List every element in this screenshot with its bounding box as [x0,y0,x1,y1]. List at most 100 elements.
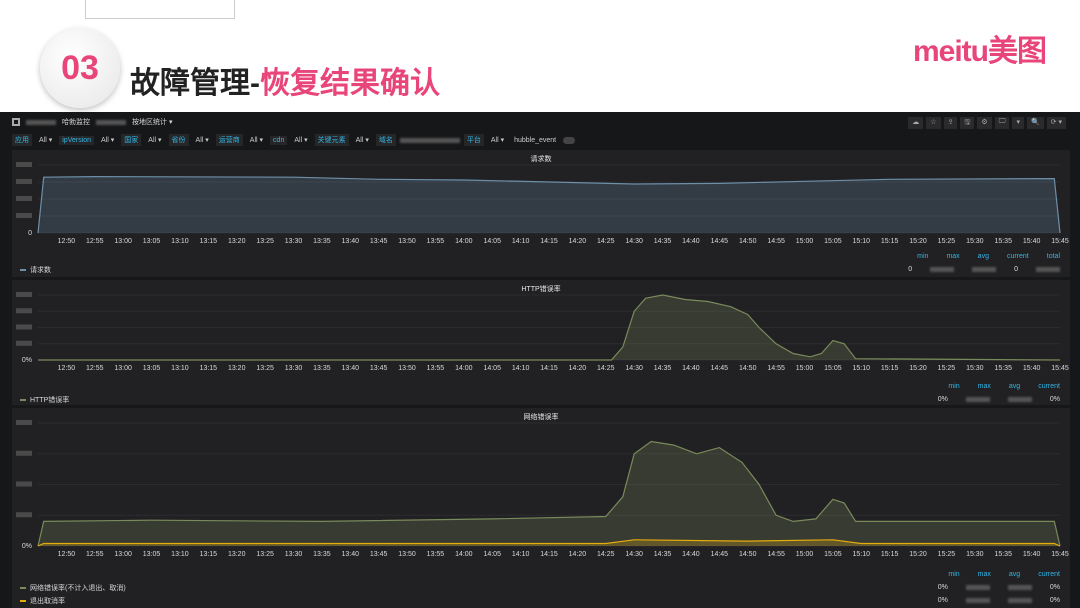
legend-stats: min max avg current 0% 0% 0% 0% [938,568,1060,607]
x-tick-label: 13:50 [398,365,416,372]
redacted-y-tick [16,179,32,184]
toolbar-button[interactable]: ⚙ [977,117,992,129]
x-tick-label: 12:50 [58,551,76,558]
variable-select[interactable]: All ▾ [36,135,55,145]
title-main: 故障管理- [130,67,260,100]
x-tick-label: 13:55 [427,365,445,372]
x-tick-label: 13:30 [285,238,303,245]
toolbar-button[interactable]: 🔍 [1026,117,1044,129]
x-tick-label: 13:10 [171,238,189,245]
x-tick-label: 14:30 [625,238,643,245]
x-tick-label: 13:20 [228,238,246,245]
stat-header[interactable]: current [1038,383,1060,390]
x-tick-label: 14:45 [711,551,729,558]
hubble-event-toggle[interactable] [563,136,576,144]
x-tick-label: 15:35 [994,238,1012,245]
x-tick-label: 15:15 [881,551,899,558]
toolbar: ☁ ☆ ⇪ 🖫 ⚙ 🖵 ▾ 🔍 ⟳ ▾ [908,117,1066,129]
stat-header[interactable]: max [978,571,991,578]
stat-value: 0% [937,396,948,403]
variable-label: 关键元素 [314,134,349,146]
x-tick-label: 13:05 [143,551,161,558]
variable-select[interactable]: All ▾ [98,135,117,145]
redacted-stat [965,598,990,603]
stat-header[interactable]: current [1007,253,1029,260]
toolbar-button[interactable]: ☁ [908,117,924,129]
x-tick-label: 15:45 [1051,238,1069,245]
redacted-y-tick [16,450,32,456]
x-tick-label: 14:25 [597,365,615,372]
x-tick-label: 15:45 [1051,551,1069,558]
variable-select[interactable]: All ▾ [247,135,266,145]
x-tick-label: 13:15 [200,365,218,372]
x-tick-label: 14:05 [483,238,501,245]
legend-item[interactable]: 网络错误率(不计入退出、取消) [20,581,1060,594]
x-tick-label: 14:35 [654,365,672,372]
redacted-y-tick [16,308,32,314]
x-tick-label: 15:05 [824,551,842,558]
breadcrumb[interactable]: 哈勃监控 [62,117,90,127]
y-tick-label: 0 [28,230,32,237]
toolbar-button[interactable]: ⟳ ▾ [1046,117,1066,129]
series-swatch [20,599,26,602]
redacted-stat [1007,598,1032,603]
x-tick-label: 14:30 [625,365,643,372]
x-tick-label: 13:00 [114,365,132,372]
variable-select[interactable] [399,137,460,143]
x-tick-label: 14:10 [512,551,530,558]
variable-select[interactable]: All ▾ [353,135,372,145]
stat-header[interactable]: avg [1009,571,1020,578]
x-tick-label: 14:05 [483,365,501,372]
x-tick-label: 13:45 [370,551,388,558]
redacted-y-tick [16,162,32,167]
x-tick-label: 13:35 [313,365,331,372]
legend-item[interactable]: 退出取消率 [20,594,1060,607]
variable-select[interactable]: All ▾ [488,135,507,145]
x-tick-label: 15:30 [966,238,984,245]
x-tick-label: 12:55 [86,551,104,558]
x-tick-label: 12:55 [86,238,104,245]
panel-legend: 网络错误率(不计入退出、取消) 退出取消率 [20,568,1060,607]
stat-header[interactable]: current [1038,571,1060,578]
toolbar-button[interactable]: 🖵 [994,117,1010,129]
stat-header[interactable]: avg [978,253,989,260]
panel-legend: 请求数 [20,250,1060,276]
redacted-stat [1036,267,1060,272]
stat-header[interactable]: max [946,253,959,260]
graph-panel: 请求数 0 12:50 12:55 13:00 13:05 13:10 13:15 13:20 1… [12,150,1070,277]
legend-item[interactable]: HTTP错误率 [20,393,1060,406]
variable-select[interactable]: All ▾ [145,135,164,145]
x-tick-label: 15:40 [1023,551,1041,558]
stat-header[interactable]: total [1047,253,1060,260]
stat-header[interactable]: avg [1009,383,1020,390]
toolbar-button[interactable]: 🖫 [960,117,975,129]
x-tick-label: 13:20 [228,365,246,372]
series-area [38,441,1060,546]
decor-line [85,18,235,19]
legend-stats: min max avg current total 0 0 [908,250,1060,276]
stat-header[interactable]: min [917,253,928,260]
x-tick-label: 15:40 [1023,238,1041,245]
x-tick-label: 14:15 [540,238,558,245]
x-tick-label: 14:25 [597,551,615,558]
toolbar-button[interactable]: ▾ [1012,117,1024,129]
variable-label: 平台 [463,134,484,146]
stat-header[interactable]: max [978,383,991,390]
dashboard-grid-icon[interactable] [12,118,20,126]
x-tick-label: 14:20 [569,238,587,245]
variable-select[interactable]: All ▾ [291,135,310,145]
x-tick-label: 14:55 [767,551,785,558]
redacted-y-tick [16,481,32,487]
x-tick-label: 15:25 [938,238,956,245]
stat-header[interactable]: min [948,383,959,390]
toolbar-button[interactable]: ☆ [926,117,941,129]
variable-label: cdn [270,135,288,145]
legend-item[interactable]: 请求数 [20,263,1060,276]
x-tick-label: 14:35 [654,551,672,558]
variable-select[interactable]: All ▾ [193,135,212,145]
x-tick-label: 15:25 [938,365,956,372]
y-tick-label: 0% [22,543,32,550]
toolbar-button[interactable]: ⇪ [943,117,958,129]
dashboard-picker[interactable]: 按地区统计 ▾ [132,117,172,127]
stat-header[interactable]: min [948,571,959,578]
